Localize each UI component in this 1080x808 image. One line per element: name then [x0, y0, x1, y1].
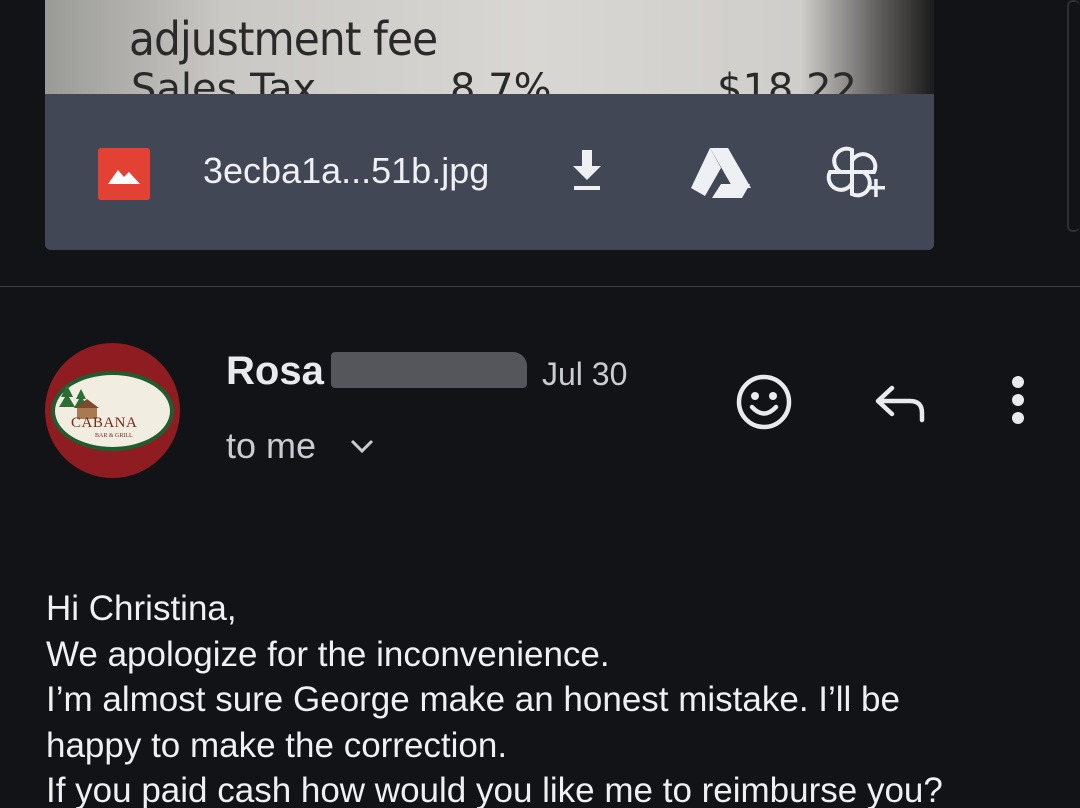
- receipt-text-cut: 8.7%: [450, 66, 552, 94]
- avatar-brand: CABANA: [71, 415, 138, 431]
- email-body-line: We apologize for the inconvenience.: [46, 634, 610, 674]
- download-icon: [573, 150, 601, 190]
- redacted-surname: [331, 352, 527, 388]
- divider: [0, 286, 1080, 287]
- more-vertical-icon: [1012, 376, 1024, 424]
- email-body-line: Hi Christina,: [46, 589, 237, 628]
- attachment-bar: 3ecba1a...51b.jpg: [45, 94, 934, 250]
- email-body-line: If you paid cash how would you like me t…: [46, 771, 943, 808]
- emoji-icon: [736, 374, 792, 430]
- more-options-button[interactable]: [988, 372, 1048, 432]
- chevron-down-icon: [350, 439, 374, 454]
- recipient-details-button[interactable]: [348, 432, 376, 460]
- email-body-line: happy to make the correction.: [46, 725, 508, 765]
- scrollbar[interactable]: [1067, 0, 1080, 232]
- drive-icon: [691, 148, 751, 198]
- sender-name[interactable]: Rosa: [226, 349, 324, 394]
- image-file-icon: [98, 148, 150, 200]
- attachment-preview[interactable]: adjustment fee Sales Tax 8.7% $18.22: [45, 0, 934, 94]
- email-body-line: I’m almost sure George make an honest mi…: [46, 680, 900, 719]
- reply-icon: [875, 385, 925, 423]
- attachment-card[interactable]: adjustment fee Sales Tax 8.7% $18.22 3ec…: [45, 0, 934, 250]
- email-date: Jul 30: [542, 356, 628, 392]
- photos-add-icon: [826, 146, 885, 198]
- attachment-file-name: 3ecba1a...51b.jpg: [203, 150, 490, 191]
- email-view: adjustment fee Sales Tax 8.7% $18.22 3ec…: [0, 0, 1080, 808]
- avatar[interactable]: CABANA BAR & GRILL: [45, 343, 180, 478]
- add-reaction-button[interactable]: [734, 372, 794, 432]
- save-to-drive-button[interactable]: [688, 142, 754, 202]
- reply-button[interactable]: [870, 372, 930, 432]
- download-button[interactable]: [557, 142, 617, 202]
- add-to-photos-button[interactable]: [823, 142, 889, 202]
- receipt-text-cut: $18.22: [717, 66, 857, 94]
- recipient-label[interactable]: to me: [226, 425, 316, 467]
- avatar-subtitle: BAR & GRILL: [95, 433, 133, 439]
- email-body: Hi Christina, We apologize for the incon…: [46, 586, 1076, 808]
- receipt-text-cut: Sales Tax: [131, 66, 317, 94]
- receipt-text: adjustment fee: [129, 12, 438, 66]
